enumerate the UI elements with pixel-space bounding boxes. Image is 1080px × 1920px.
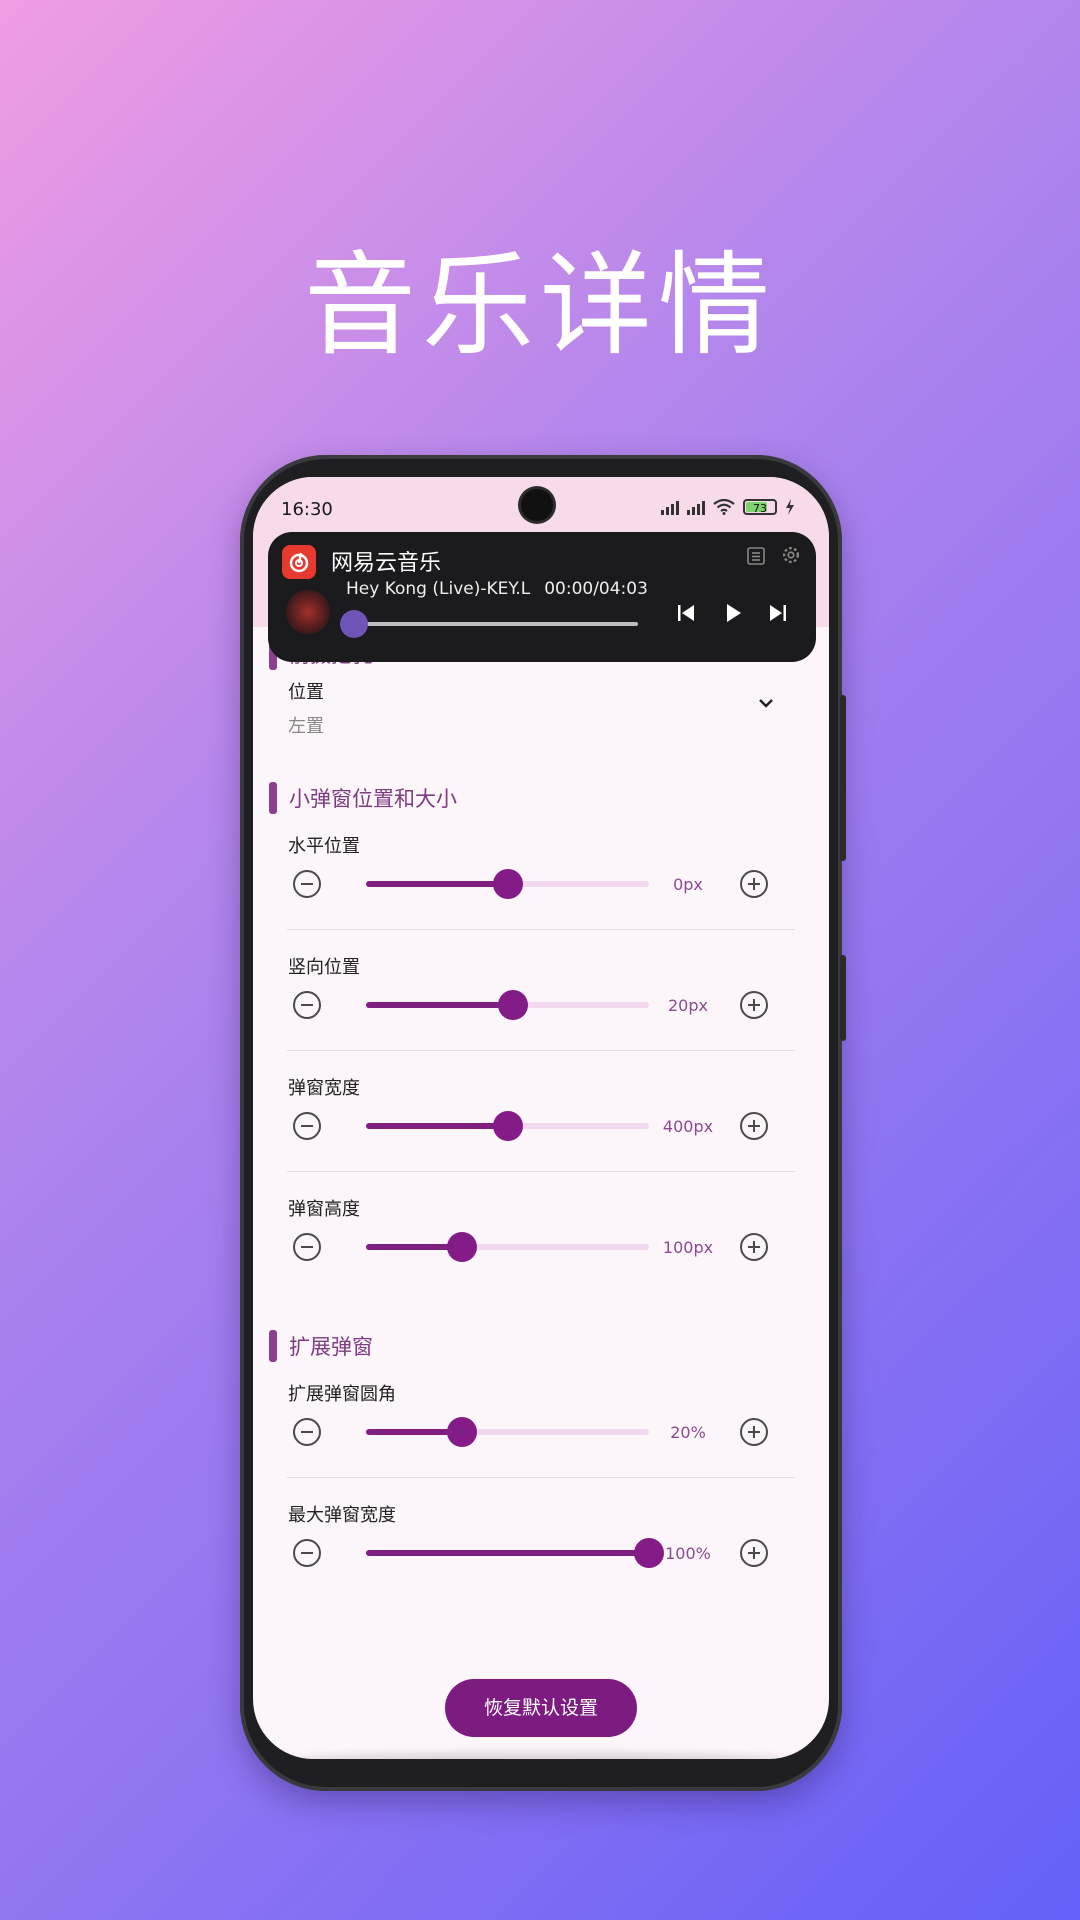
- song-info: Hey Kong (Live)-KEY.L 00:00/04:03: [346, 579, 648, 599]
- app-name: 网易云音乐: [331, 551, 442, 576]
- section-title: 小弹窗位置和大小: [289, 787, 457, 811]
- slider-fill: [366, 1123, 508, 1129]
- divider: [287, 1050, 795, 1051]
- slider-thumb[interactable]: [447, 1232, 478, 1262]
- slider-label: 水平位置: [288, 836, 360, 857]
- wifi-icon: [713, 499, 735, 515]
- increase-icon[interactable]: [740, 1539, 768, 1567]
- slider-value: 100px: [662, 1238, 714, 1257]
- charging-icon: [786, 499, 794, 515]
- slider-label: 扩展弹窗圆角: [288, 1384, 396, 1405]
- increase-icon[interactable]: [740, 991, 768, 1019]
- value-slider[interactable]: [366, 990, 649, 1020]
- play-icon[interactable]: [720, 600, 746, 626]
- slider-label: 竖向位置: [288, 957, 360, 978]
- slider-thumb[interactable]: [447, 1417, 478, 1447]
- section-small-popup: 小弹窗位置和大小: [269, 782, 457, 814]
- front-camera: [521, 489, 553, 521]
- divider: [287, 1477, 795, 1478]
- battery-icon: 73: [743, 499, 777, 515]
- hero-title: 音乐详情: [304, 241, 776, 371]
- signal-icon: [661, 499, 679, 515]
- slider-thumb[interactable]: [498, 990, 529, 1020]
- slider-fill: [366, 1002, 514, 1008]
- increase-icon[interactable]: [740, 870, 768, 898]
- divider: [287, 1171, 795, 1172]
- chevron-down-icon[interactable]: [755, 692, 777, 714]
- slider-fill: [366, 1550, 649, 1556]
- reset-defaults-button[interactable]: 恢复默认设置: [445, 1679, 637, 1737]
- slider-value: 20px: [668, 996, 708, 1015]
- slider-value: 400px: [662, 1117, 714, 1136]
- position-label: 位置: [288, 682, 324, 703]
- value-slider[interactable]: [366, 1538, 664, 1568]
- gear-icon[interactable]: [780, 544, 802, 566]
- value-slider[interactable]: [366, 869, 649, 899]
- playlist-icon[interactable]: [746, 546, 766, 566]
- album-cover: [286, 590, 330, 634]
- slider-value: 0px: [673, 875, 703, 894]
- section-title: 扩展弹窗: [289, 1335, 373, 1359]
- slider-label: 弹窗高度: [288, 1199, 360, 1220]
- slider-label: 最大弹窗宽度: [288, 1505, 396, 1526]
- signal-icon: [687, 499, 705, 515]
- app-logo-icon: [282, 545, 316, 579]
- value-slider[interactable]: [366, 1417, 649, 1447]
- song-title: Hey Kong (Live)-KEY.L: [346, 579, 531, 599]
- position-value[interactable]: 左置: [288, 712, 324, 738]
- increase-icon[interactable]: [740, 1418, 768, 1446]
- bottom-shadow: [293, 1752, 789, 1759]
- slider-value: 100%: [665, 1544, 711, 1563]
- increase-icon[interactable]: [740, 1112, 768, 1140]
- slider-fill: [366, 881, 508, 887]
- power-button: [840, 955, 846, 1041]
- slider-thumb[interactable]: [492, 1111, 523, 1141]
- decrease-icon[interactable]: [293, 1539, 321, 1567]
- status-icons: 73: [661, 499, 795, 515]
- section-expanded-popup: 扩展弹窗: [269, 1330, 373, 1362]
- value-slider[interactable]: [366, 1111, 649, 1141]
- slider-label: 弹窗宽度: [288, 1078, 360, 1099]
- decrease-icon[interactable]: [293, 1112, 321, 1140]
- decrease-icon[interactable]: [293, 1418, 321, 1446]
- decrease-icon[interactable]: [293, 1233, 321, 1261]
- increase-icon[interactable]: [740, 1233, 768, 1261]
- next-track-icon[interactable]: [765, 600, 791, 626]
- value-slider[interactable]: [366, 1232, 649, 1262]
- playback-progress[interactable]: [340, 610, 638, 638]
- phone-frame: 16:30 73 网易云音乐 Hey Kong (Live)-KEY.L 00:…: [240, 455, 846, 1791]
- slider-value: 20%: [670, 1423, 706, 1442]
- music-widget[interactable]: 网易云音乐 Hey Kong (Live)-KEY.L 00:00/04:03: [268, 532, 816, 662]
- status-time: 16:30: [281, 499, 333, 520]
- playback-thumb[interactable]: [340, 610, 368, 638]
- decrease-icon[interactable]: [293, 991, 321, 1019]
- slider-thumb[interactable]: [492, 869, 523, 899]
- volume-button: [840, 695, 846, 861]
- decrease-icon[interactable]: [293, 870, 321, 898]
- phone-screen: 16:30 73 网易云音乐 Hey Kong (Live)-KEY.L 00:…: [253, 477, 829, 1759]
- divider: [287, 929, 795, 930]
- song-time: 00:00/04:03: [544, 579, 648, 599]
- previous-track-icon[interactable]: [673, 600, 699, 626]
